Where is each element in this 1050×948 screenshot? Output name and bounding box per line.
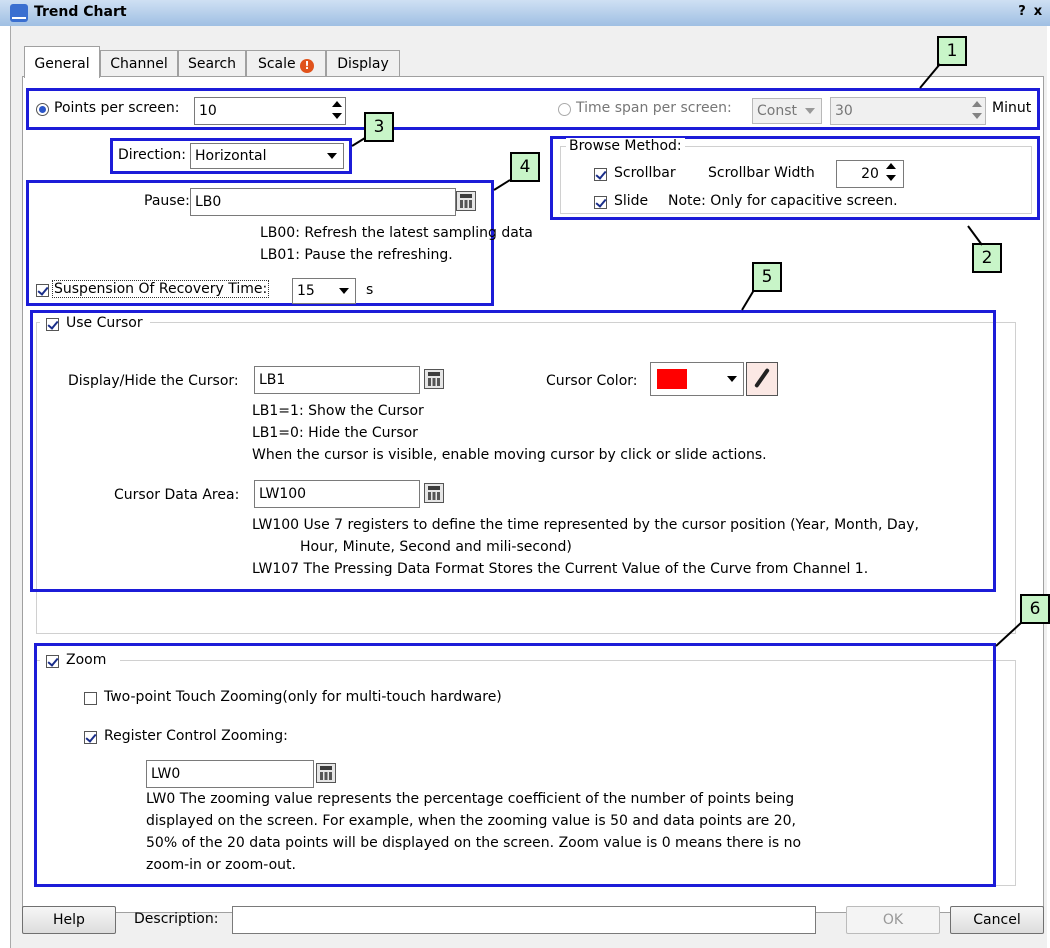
callout-leader-lines [351, 63, 1023, 647]
leader-line-2 [967, 225, 983, 246]
leader-line-1 [919, 63, 941, 89]
description-label: Description: [134, 911, 219, 927]
help-button[interactable]: Help [22, 906, 116, 934]
leader-line-4 [493, 179, 511, 191]
leader-line-3 [351, 137, 366, 147]
leader-line-6 [995, 621, 1023, 647]
description-input[interactable] [232, 906, 816, 934]
cancel-button[interactable]: Cancel [950, 906, 1044, 934]
tab-general[interactable]: General [24, 46, 100, 78]
ok-button[interactable]: OK [846, 906, 940, 934]
leader-line-5 [741, 289, 755, 311]
